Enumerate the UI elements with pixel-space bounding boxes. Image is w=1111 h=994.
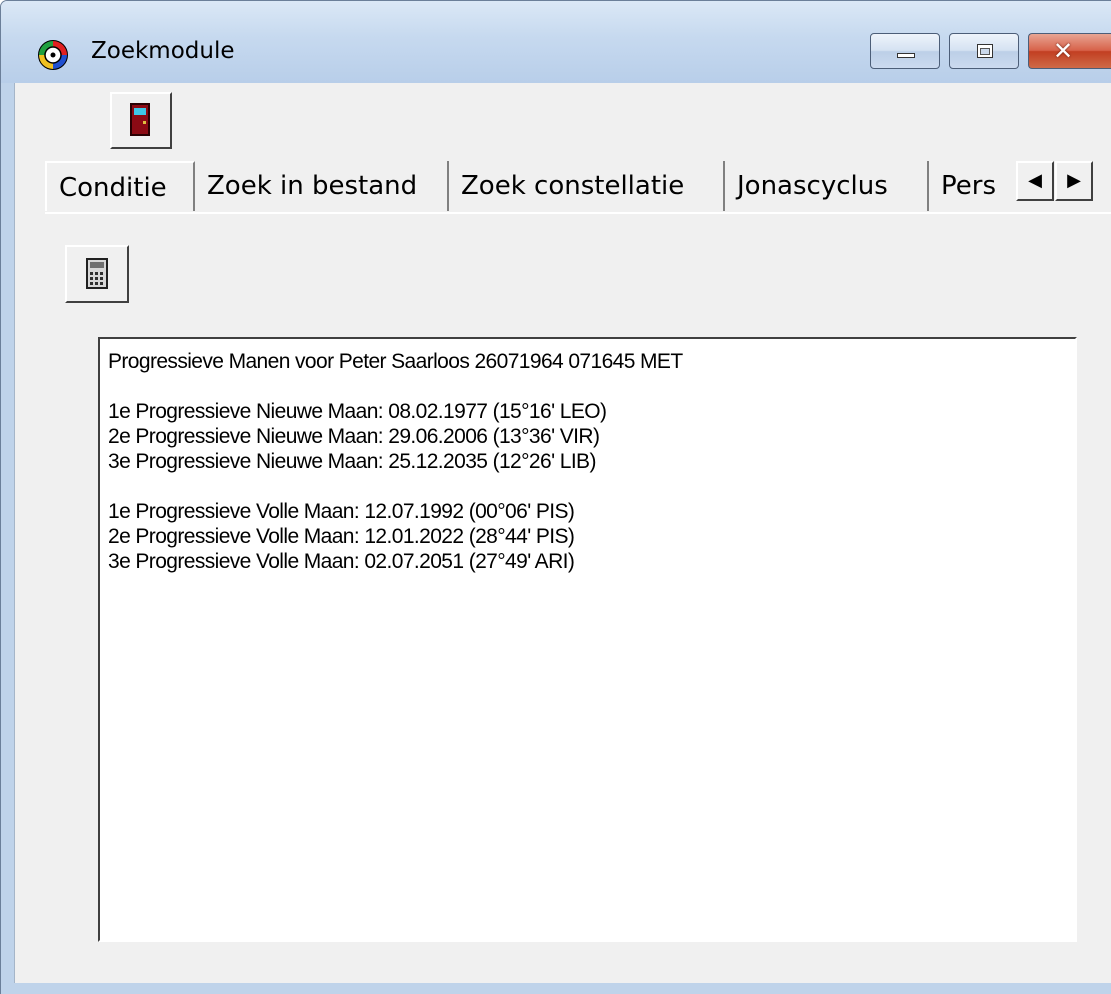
tab-pers[interactable]: Pers <box>929 161 1019 211</box>
tab-scroll-left-button[interactable]: ◀ <box>1016 161 1054 201</box>
maximize-button[interactable] <box>949 33 1019 69</box>
close-icon: ✕ <box>1053 37 1074 65</box>
close-button[interactable]: ✕ <box>1028 33 1111 69</box>
tab-scroll-right-button[interactable]: ▶ <box>1055 161 1093 201</box>
client-area: Conditie Zoek in bestand Zoek constellat… <box>14 83 1111 983</box>
arrow-left-icon: ◀ <box>1028 170 1042 191</box>
full-moon-line: 3e Progressieve Volle Maan: 02.07.2051 (… <box>108 550 575 573</box>
result-header: Progressieve Manen voor Peter Saarloos 2… <box>108 350 683 373</box>
astrology-wheel-icon <box>38 40 68 70</box>
tab-panel-border <box>45 212 1111 214</box>
door-exit-icon <box>130 103 150 136</box>
result-memo[interactable]: Progressieve Manen voor Peter Saarloos 2… <box>98 337 1077 942</box>
calculate-button[interactable] <box>65 245 129 303</box>
tab-zoek-constellatie[interactable]: Zoek constellatie <box>449 161 725 211</box>
restore-icon <box>977 44 993 58</box>
arrow-right-icon: ▶ <box>1067 170 1081 191</box>
zoekmodule-window: Zoekmodule ✕ Conditie Zoek in bestand Zo… <box>0 0 1111 994</box>
calculator-icon <box>86 258 108 289</box>
tab-jonascyclus[interactable]: Jonascyclus <box>725 161 929 211</box>
full-moon-line: 2e Progressieve Volle Maan: 12.01.2022 (… <box>108 525 575 548</box>
new-moon-line: 2e Progressieve Nieuwe Maan: 29.06.2006 … <box>108 425 600 448</box>
minimize-button[interactable] <box>870 33 940 69</box>
tab-zoek-in-bestand[interactable]: Zoek in bestand <box>195 161 449 211</box>
tab-strip: Conditie Zoek in bestand Zoek constellat… <box>15 161 1111 213</box>
tab-conditie[interactable]: Conditie <box>45 161 195 211</box>
window-bottom-frame <box>1 983 1111 994</box>
new-moon-line: 3e Progressieve Nieuwe Maan: 25.12.2035 … <box>108 450 596 473</box>
minimize-icon <box>897 53 915 58</box>
title-bar[interactable]: Zoekmodule ✕ <box>1 1 1111 83</box>
window-title: Zoekmodule <box>91 38 235 64</box>
exit-toolbar-button[interactable] <box>110 92 172 149</box>
new-moon-line: 1e Progressieve Nieuwe Maan: 08.02.1977 … <box>108 400 607 423</box>
full-moon-line: 1e Progressieve Volle Maan: 12.07.1992 (… <box>108 500 575 523</box>
